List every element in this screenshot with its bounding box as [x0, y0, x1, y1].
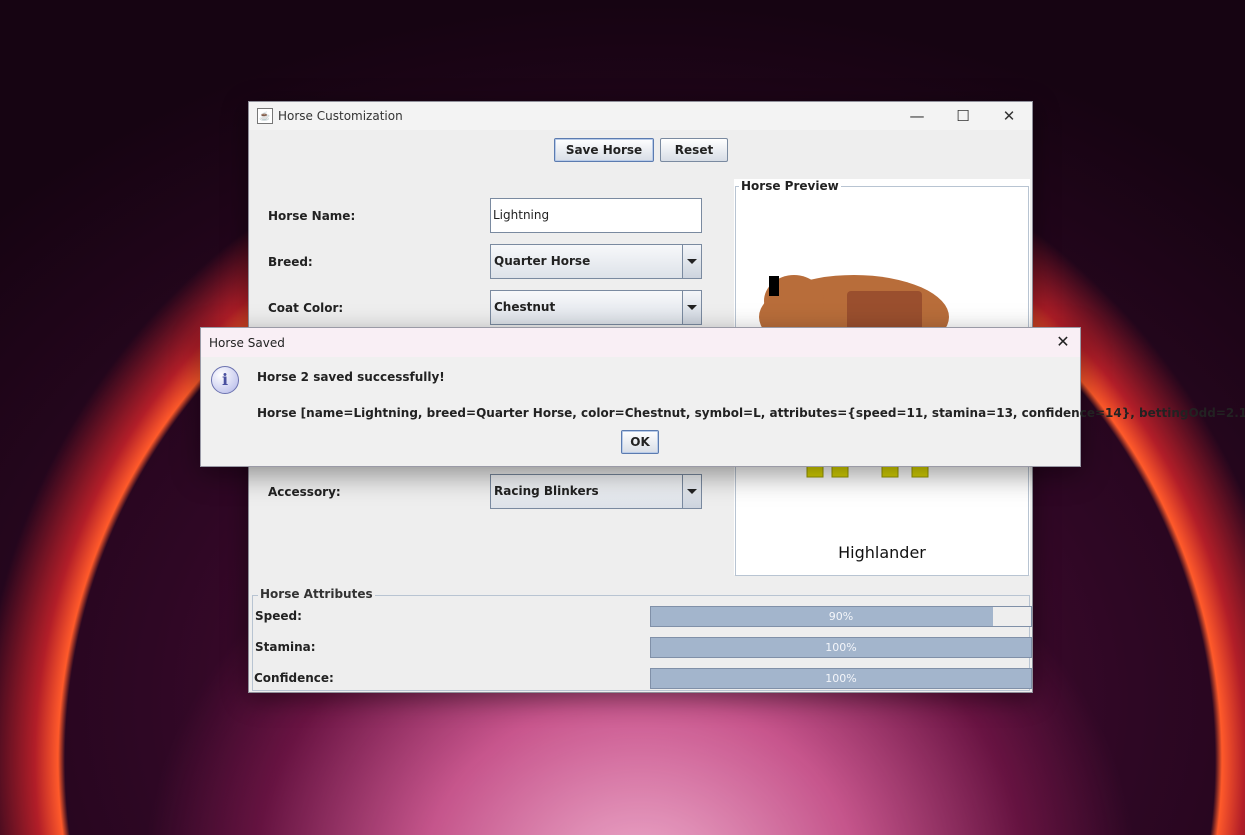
breed-value: Quarter Horse	[494, 254, 591, 268]
save-horse-button[interactable]: Save Horse	[554, 138, 654, 162]
dialog-message: Horse 2 saved successfully!	[257, 370, 445, 384]
accessory-label: Accessory:	[268, 485, 341, 499]
dialog-details: Horse [name=Lightning, breed=Quarter Hor…	[257, 406, 1245, 420]
confidence-progress-bar: 100%	[650, 668, 1032, 689]
speed-label: Speed:	[255, 609, 302, 623]
accessory-value: Racing Blinkers	[494, 484, 599, 498]
horse-name-field[interactable]: Lightning	[490, 198, 702, 233]
horse-saved-dialog: Horse Saved ✕ i Horse 2 saved successful…	[200, 327, 1245, 467]
confidence-label: Confidence:	[254, 671, 334, 685]
horse-attributes-panel: Horse Attributes Speed: 90% Stamina: 100…	[252, 587, 1032, 691]
stamina-progress-text: 100%	[825, 641, 857, 654]
stamina-progress-bar: 100%	[650, 637, 1032, 658]
title-bar[interactable]: ☕ Horse Customization — ☐ ✕	[249, 102, 1032, 130]
horse-ear	[769, 276, 779, 296]
preview-horse-name: Highlander	[838, 543, 926, 562]
attributes-title: Horse Attributes	[258, 587, 375, 601]
java-app-icon: ☕	[257, 108, 273, 124]
coat-color-label: Coat Color:	[268, 301, 344, 315]
breed-dropdown[interactable]: Quarter Horse	[490, 244, 702, 279]
dialog-title-bar[interactable]: Horse Saved ✕	[201, 328, 1080, 357]
speed-progress-bar: 90%	[650, 606, 1032, 627]
speed-progress-text: 90%	[828, 610, 854, 623]
horse-name-label: Horse Name:	[268, 209, 356, 223]
chevron-down-icon[interactable]	[682, 291, 701, 324]
maximize-button[interactable]: ☐	[940, 102, 986, 130]
confidence-progress-text: 100%	[825, 672, 857, 685]
dialog-title: Horse Saved	[209, 336, 285, 350]
reset-button[interactable]: Reset	[660, 138, 728, 162]
coat-color-dropdown[interactable]: Chestnut	[490, 290, 702, 325]
information-icon: i	[211, 366, 239, 394]
coat-color-value: Chestnut	[494, 300, 556, 314]
chevron-down-icon[interactable]	[682, 475, 701, 508]
breed-label: Breed:	[268, 255, 313, 269]
stamina-label: Stamina:	[255, 640, 316, 654]
dialog-close-button[interactable]: ✕	[1052, 330, 1074, 354]
close-button[interactable]: ✕	[986, 102, 1032, 130]
ok-button[interactable]: OK	[621, 430, 659, 454]
minimize-button[interactable]: —	[894, 102, 940, 130]
accessory-dropdown[interactable]: Racing Blinkers	[490, 474, 702, 509]
window-title: Horse Customization	[278, 109, 403, 123]
chevron-down-icon[interactable]	[682, 245, 701, 278]
